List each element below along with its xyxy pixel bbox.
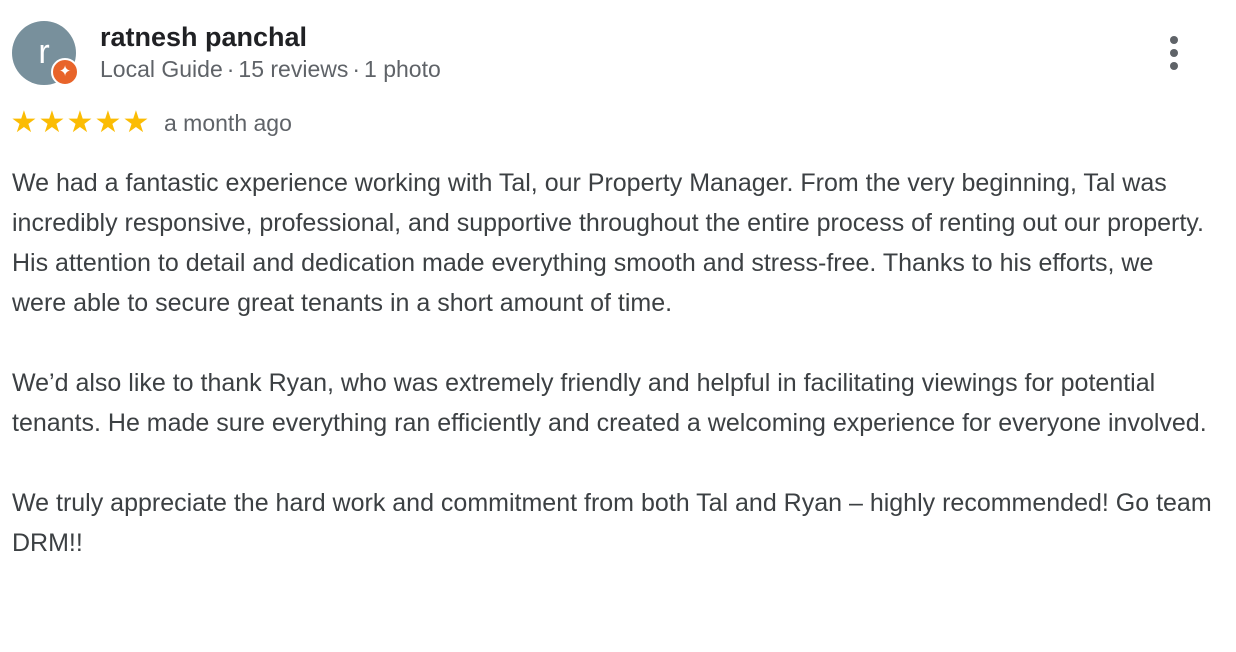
- meta-separator: ·: [352, 56, 361, 82]
- review-paragraph: We’d also like to thank Ryan, who was ex…: [12, 369, 1207, 437]
- review-card: r ✦ ratnesh panchal Local Guide · 15 revie…: [0, 0, 1236, 652]
- more-dot: [1170, 62, 1178, 70]
- photo-count: 1 photo: [364, 56, 441, 82]
- author-meta: Local Guide · 15 reviews · 1 photo: [100, 56, 441, 83]
- star-icon: ★: [38, 106, 66, 139]
- more-dot: [1170, 36, 1178, 44]
- review-count: 15 reviews: [238, 56, 349, 82]
- star-icon: ★: [66, 106, 94, 139]
- star-icon: ★: [122, 106, 150, 139]
- author-name[interactable]: ratnesh panchal: [100, 22, 307, 53]
- star-icon: ★: [10, 106, 38, 139]
- author-level: Local Guide: [100, 56, 223, 82]
- review-paragraph: We had a fantastic experience working wi…: [12, 169, 1204, 317]
- star-icon: ★: [94, 106, 122, 139]
- meta-separator: ·: [226, 56, 235, 82]
- star-rating: ★ ★ ★ ★ ★: [10, 106, 150, 140]
- review-paragraph: We truly appreciate the hard work and co…: [12, 489, 1212, 557]
- review-text: We had a fantastic experience working wi…: [12, 163, 1212, 563]
- local-guide-star-icon: ✦: [51, 58, 79, 86]
- more-dot: [1170, 49, 1178, 57]
- review-date: a month ago: [164, 110, 292, 136]
- avatar-letter: r: [38, 33, 50, 71]
- more-vertical-icon[interactable]: [1158, 30, 1190, 76]
